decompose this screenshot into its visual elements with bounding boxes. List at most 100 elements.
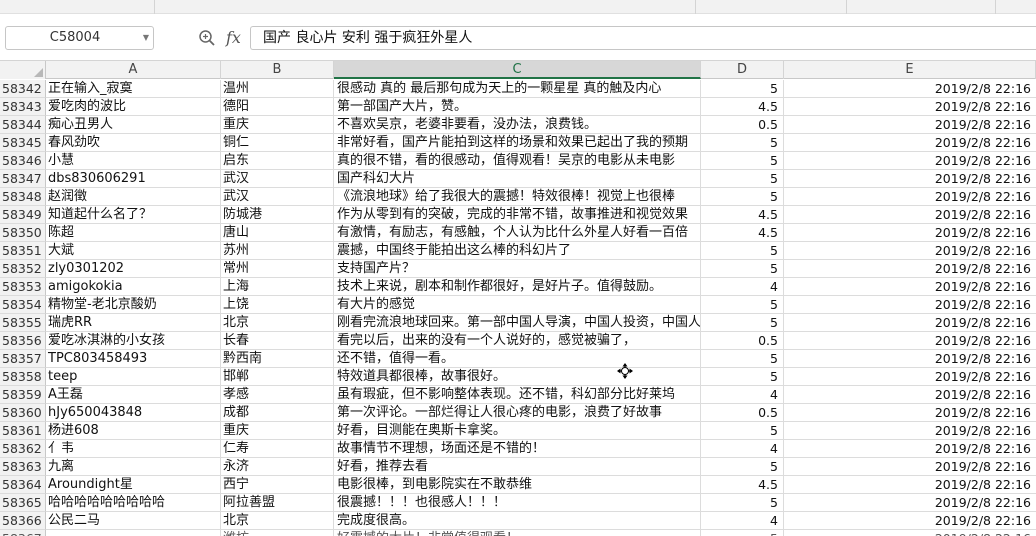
cell-city[interactable]: 德阳 bbox=[221, 98, 334, 116]
cell-comment[interactable]: 故事情节不理想，场面还是不错的！ bbox=[334, 440, 701, 458]
cell-time[interactable]: 2019/2/8 22:16 bbox=[784, 296, 1036, 314]
column-header-c[interactable]: C bbox=[334, 61, 701, 79]
cell-city[interactable]: 常州 bbox=[221, 260, 334, 278]
cell-username[interactable]: 赵润徵 bbox=[46, 188, 221, 206]
cell-city[interactable]: 重庆 bbox=[221, 116, 334, 134]
cell-city[interactable]: 上饶 bbox=[221, 296, 334, 314]
cell-score[interactable]: 5 bbox=[701, 170, 784, 188]
cell-username[interactable]: 哈哈哈哈哈哈哈哈哈 bbox=[46, 494, 221, 512]
cell-city[interactable]: 上海 bbox=[221, 278, 334, 296]
cell-city[interactable]: 防城港 bbox=[221, 206, 334, 224]
cell-comment[interactable]: 国产科幻大片 bbox=[334, 170, 701, 188]
cell-time[interactable]: 2019/2/8 22:16 bbox=[784, 422, 1036, 440]
cell-score[interactable]: 4 bbox=[701, 386, 784, 404]
row-header[interactable]: 58365 bbox=[0, 494, 46, 512]
cell-time[interactable]: 2019/2/8 22:16 bbox=[784, 188, 1036, 206]
cell-city[interactable]: 重庆 bbox=[221, 422, 334, 440]
cell-comment[interactable]: 技术上来说，剧本和制作都很好，是好片子。值得鼓励。 bbox=[334, 278, 701, 296]
column-header-b[interactable]: B bbox=[221, 61, 334, 79]
cell-username[interactable]: teep bbox=[46, 368, 221, 386]
cell-score[interactable]: 4.5 bbox=[701, 476, 784, 494]
cell-time[interactable]: 2019/2/8 22:16 bbox=[784, 98, 1036, 116]
cell-username[interactable]: 瑞虎RR bbox=[46, 314, 221, 332]
cell-username[interactable]: 杨进608 bbox=[46, 422, 221, 440]
cell-time[interactable]: 2019/2/8 22:16 bbox=[784, 332, 1036, 350]
cell-score[interactable]: 5 bbox=[701, 458, 784, 476]
row-header[interactable]: 58362 bbox=[0, 440, 46, 458]
cell-score[interactable]: 4.5 bbox=[701, 206, 784, 224]
cell-score[interactable]: 4.5 bbox=[701, 224, 784, 242]
cell-comment[interactable]: 虽有瑕疵，但不影响整体表现。还不错，科幻部分比好莱坞 bbox=[334, 386, 701, 404]
cell-time[interactable]: 2019/2/8 22:16 bbox=[784, 134, 1036, 152]
cell-time[interactable]: 2019/2/8 22:16 bbox=[784, 80, 1036, 98]
cell-time[interactable]: 2019/2/8 22:16 bbox=[784, 494, 1036, 512]
zoom-icon[interactable] bbox=[198, 29, 216, 47]
cell-score[interactable]: 5 bbox=[701, 494, 784, 512]
cell-score[interactable]: 4 bbox=[701, 440, 784, 458]
cell-username[interactable]: hJy650043848 bbox=[46, 404, 221, 422]
row-header[interactable]: 58367 bbox=[0, 530, 46, 536]
cell-city[interactable]: 武汉 bbox=[221, 188, 334, 206]
row-header[interactable]: 58356 bbox=[0, 332, 46, 350]
cell-username[interactable]: 知道起什么名了？ bbox=[46, 206, 221, 224]
cell-city[interactable]: 武汉 bbox=[221, 170, 334, 188]
cell-score[interactable]: 5 bbox=[701, 296, 784, 314]
cell-comment[interactable]: 《流浪地球》给了我很大的震撼！特效很棒！视觉上也很棒 bbox=[334, 188, 701, 206]
cell-score[interactable]: 0.5 bbox=[701, 332, 784, 350]
row-header[interactable]: 58355 bbox=[0, 314, 46, 332]
row-header[interactable]: 58366 bbox=[0, 512, 46, 530]
cell-score[interactable]: 5 bbox=[701, 422, 784, 440]
cell-comment[interactable]: 完成度很高。 bbox=[334, 512, 701, 530]
cell-username[interactable]: 大斌 bbox=[46, 242, 221, 260]
row-header[interactable]: 58351 bbox=[0, 242, 46, 260]
row-header[interactable]: 58353 bbox=[0, 278, 46, 296]
cell-comment[interactable]: 好震撼的大片！非常值得观看！ bbox=[334, 530, 701, 536]
column-header-e[interactable]: E bbox=[784, 61, 1036, 79]
row-header[interactable]: 58363 bbox=[0, 458, 46, 476]
cell-score[interactable]: 5 bbox=[701, 368, 784, 386]
cell-city[interactable]: 唐山 bbox=[221, 224, 334, 242]
cell-username[interactable]: amigokokia bbox=[46, 278, 221, 296]
cell-city[interactable]: 铜仁 bbox=[221, 134, 334, 152]
cell-city[interactable]: 长春 bbox=[221, 332, 334, 350]
cell-username[interactable]: 爱吃肉的波比 bbox=[46, 98, 221, 116]
row-header[interactable]: 58347 bbox=[0, 170, 46, 188]
cell-comment[interactable]: 有激情，有励志，有感触，个人认为比什么外星人好看一百倍 bbox=[334, 224, 701, 242]
cell-score[interactable]: 0.5 bbox=[701, 116, 784, 134]
cell-time[interactable]: 2019/2/8 22:16 bbox=[784, 116, 1036, 134]
cell-time[interactable]: 2019/2/8 22:16 bbox=[784, 350, 1036, 368]
cell-username[interactable]: 正在输入_寂寞 bbox=[46, 80, 221, 98]
column-header-a[interactable]: A bbox=[46, 61, 221, 79]
cell-comment[interactable]: 好看，目测能在奥斯卡拿奖。 bbox=[334, 422, 701, 440]
row-header[interactable]: 58343 bbox=[0, 98, 46, 116]
select-all-button[interactable] bbox=[0, 61, 46, 79]
cell-score[interactable]: 4 bbox=[701, 278, 784, 296]
cell-time[interactable]: 2019/2/8 22:16 bbox=[784, 170, 1036, 188]
cell-username[interactable]: 精物堂-老北京酸奶 bbox=[46, 296, 221, 314]
cell-time[interactable]: 2019/2/8 22:16 bbox=[784, 476, 1036, 494]
cell-username[interactable] bbox=[46, 530, 221, 536]
cell-time[interactable]: 2019/2/8 22:16 bbox=[784, 404, 1036, 422]
cell-time[interactable]: 2019/2/8 22:16 bbox=[784, 440, 1036, 458]
cell-score[interactable]: 5 bbox=[701, 134, 784, 152]
cell-city[interactable]: 启东 bbox=[221, 152, 334, 170]
cell-username[interactable]: zly0301202 bbox=[46, 260, 221, 278]
cell-username[interactable]: 春风劲吹 bbox=[46, 134, 221, 152]
cell-username[interactable]: 亻韦 bbox=[46, 440, 221, 458]
formula-input[interactable]: 国产 良心片 安利 强于疯狂外星人 bbox=[250, 26, 1036, 50]
cell-city[interactable]: 温州 bbox=[221, 80, 334, 98]
cell-comment[interactable]: 电影很棒，到电影院实在不敢恭维 bbox=[334, 476, 701, 494]
cell-time[interactable]: 2019/2/8 22:16 bbox=[784, 458, 1036, 476]
cell-comment[interactable]: 不喜欢吴京，老婆非要看，没办法，浪费钱。 bbox=[334, 116, 701, 134]
cell-time[interactable]: 2019/2/8 22:16 bbox=[784, 314, 1036, 332]
cell-time[interactable]: 2019/2/8 22:16 bbox=[784, 242, 1036, 260]
cell-comment[interactable]: 真的很不错，看的很感动，值得观看！吴京的电影从未电影 bbox=[334, 152, 701, 170]
cell-city[interactable]: 北京 bbox=[221, 512, 334, 530]
row-header[interactable]: 58352 bbox=[0, 260, 46, 278]
cell-username[interactable]: 痴心丑男人 bbox=[46, 116, 221, 134]
cell-time[interactable]: 2019/2/8 22:16 bbox=[784, 260, 1036, 278]
function-icon[interactable]: fx bbox=[226, 27, 246, 49]
cell-score[interactable]: 5 bbox=[701, 80, 784, 98]
cell-comment[interactable]: 支持国产片？ bbox=[334, 260, 701, 278]
cell-comment[interactable]: 很感动 真的 最后那句成为天上的一颗星星 真的触及内心 bbox=[334, 80, 701, 98]
